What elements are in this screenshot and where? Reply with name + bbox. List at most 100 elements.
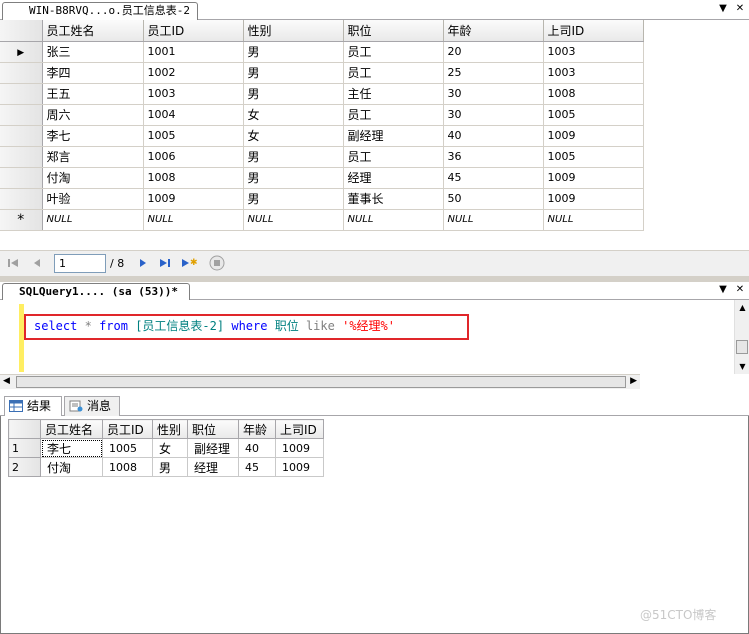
tab-messages[interactable]: 消息 [64,396,120,416]
row-header-corner[interactable] [8,419,41,439]
grid-cell-null[interactable]: NULL [243,209,344,231]
table-row[interactable]: 2 付淘 1008 男 经理 45 1009 [8,457,324,477]
grid-cell[interactable]: 周六 [42,104,144,126]
last-record-icon[interactable] [158,256,172,270]
row-header[interactable] [0,167,43,189]
record-number-input[interactable] [54,254,106,273]
grid-cell[interactable]: 30 [443,104,544,126]
grid-cell[interactable]: 1009 [543,188,644,210]
previous-record-icon[interactable] [30,256,44,270]
column-header[interactable]: 员工姓名 [40,419,103,439]
dropdown-arrow-icon[interactable]: ▼ [716,284,730,295]
grid-cell[interactable]: 40 [443,125,544,147]
grid-cell[interactable]: 1003 [543,41,644,63]
grid-cell[interactable]: 1004 [143,104,244,126]
grid-cell[interactable]: 1005 [102,438,153,458]
scroll-left-icon[interactable]: ◀ [3,376,10,386]
column-header[interactable]: 上司ID [543,20,644,42]
table-row[interactable]: 李七 1005 女 副经理 40 1009 [0,125,644,147]
grid-cell[interactable]: 男 [243,146,344,168]
grid-cell[interactable]: 副经理 [343,125,444,147]
grid-cell[interactable]: 叶验 [42,188,144,210]
table-row[interactable]: 付淘 1008 男 经理 45 1009 [0,167,644,189]
table-row[interactable]: 周六 1004 女 员工 30 1005 [0,104,644,126]
grid-cell[interactable]: 女 [152,438,188,458]
grid-cell[interactable]: 员工 [343,104,444,126]
grid-cell[interactable]: 25 [443,62,544,84]
grid-cell[interactable]: 李七 [40,438,103,458]
sql-editor[interactable]: select * from [员工信息表-2] where 职位 like '%… [0,300,749,375]
scroll-thumb[interactable] [16,376,626,388]
row-header[interactable] [0,104,43,126]
grid-cell[interactable]: 1005 [543,104,644,126]
row-header[interactable] [0,83,43,105]
grid-cell[interactable]: 女 [243,104,344,126]
grid-cell[interactable]: 付淘 [40,457,103,477]
grid-cell[interactable]: 1008 [143,167,244,189]
scroll-down-icon[interactable]: ▼ [735,359,749,374]
grid-cell-null[interactable]: NULL [143,209,244,231]
grid-cell[interactable]: 主任 [343,83,444,105]
grid-cell[interactable]: 董事长 [343,188,444,210]
grid-cell[interactable]: 男 [243,41,344,63]
grid-cell-null[interactable]: NULL [443,209,544,231]
tab-results[interactable]: 结果 [4,396,62,417]
row-header[interactable] [0,62,43,84]
grid-cell[interactable]: 20 [443,41,544,63]
grid-cell[interactable]: 45 [238,457,276,477]
column-header[interactable]: 员工ID [102,419,153,439]
grid-cell[interactable]: 李四 [42,62,144,84]
grid-cell[interactable]: 男 [243,62,344,84]
grid-cell[interactable]: 1009 [275,438,324,458]
row-header[interactable] [0,188,43,210]
grid-cell[interactable]: 1009 [543,167,644,189]
row-header-corner[interactable] [0,20,43,42]
grid-cell[interactable]: 36 [443,146,544,168]
row-header[interactable] [0,125,43,147]
grid-cell[interactable]: 1009 [543,125,644,147]
grid-cell[interactable]: 1001 [143,41,244,63]
column-header[interactable]: 年龄 [238,419,276,439]
dropdown-arrow-icon[interactable]: ▼ [716,3,730,14]
row-number[interactable]: 2 [8,457,41,477]
grid-cell[interactable]: 副经理 [187,438,239,458]
grid-cell[interactable]: 男 [243,188,344,210]
close-icon[interactable]: ✕ [733,284,747,295]
grid-cell[interactable]: 1002 [143,62,244,84]
grid-cell[interactable]: 郑言 [42,146,144,168]
column-header[interactable]: 员工姓名 [42,20,144,42]
grid-cell[interactable]: 1003 [143,83,244,105]
column-header[interactable]: 性别 [243,20,344,42]
grid-cell[interactable]: 王五 [42,83,144,105]
row-number[interactable]: 1 [8,438,41,458]
grid-cell-null[interactable]: NULL [42,209,144,231]
grid-cell[interactable]: 女 [243,125,344,147]
grid-cell[interactable]: 1005 [143,125,244,147]
query-tab[interactable]: SQLQuery1.... (sa (53))* [2,283,190,300]
first-record-icon[interactable] [6,256,20,270]
document-tab[interactable]: WIN-B8RVQ...o.员工信息表-2 [2,2,198,20]
scroll-thumb[interactable] [736,340,748,354]
stop-icon[interactable] [208,254,226,272]
grid-cell[interactable]: 李七 [42,125,144,147]
next-record-icon[interactable] [136,256,150,270]
grid-cell[interactable]: 45 [443,167,544,189]
column-header[interactable]: 上司ID [275,419,324,439]
table-row[interactable]: 王五 1003 男 主任 30 1008 [0,83,644,105]
grid-cell[interactable]: 付淘 [42,167,144,189]
scroll-up-icon[interactable]: ▲ [735,300,749,315]
table-row[interactable]: 郑言 1006 男 员工 36 1005 [0,146,644,168]
table-row[interactable]: 1 李七 1005 女 副经理 40 1009 [8,438,324,458]
grid-cell[interactable]: 经理 [187,457,239,477]
row-header[interactable]: ▶ [0,41,43,63]
grid-cell[interactable]: 30 [443,83,544,105]
table-row[interactable]: ▶ 张三 1001 男 员工 20 1003 [0,41,644,63]
grid-cell[interactable]: 经理 [343,167,444,189]
grid-cell[interactable]: 男 [152,457,188,477]
table-row[interactable]: 李四 1002 男 员工 25 1003 [0,62,644,84]
grid-cell[interactable]: 40 [238,438,276,458]
grid-cell[interactable]: 1009 [275,457,324,477]
sql-code-line[interactable]: select * from [员工信息表-2] where 职位 like '%… [34,317,395,334]
editor-horizontal-scrollbar[interactable]: ◀ ▶ [0,374,640,389]
grid-cell[interactable]: 1009 [143,188,244,210]
